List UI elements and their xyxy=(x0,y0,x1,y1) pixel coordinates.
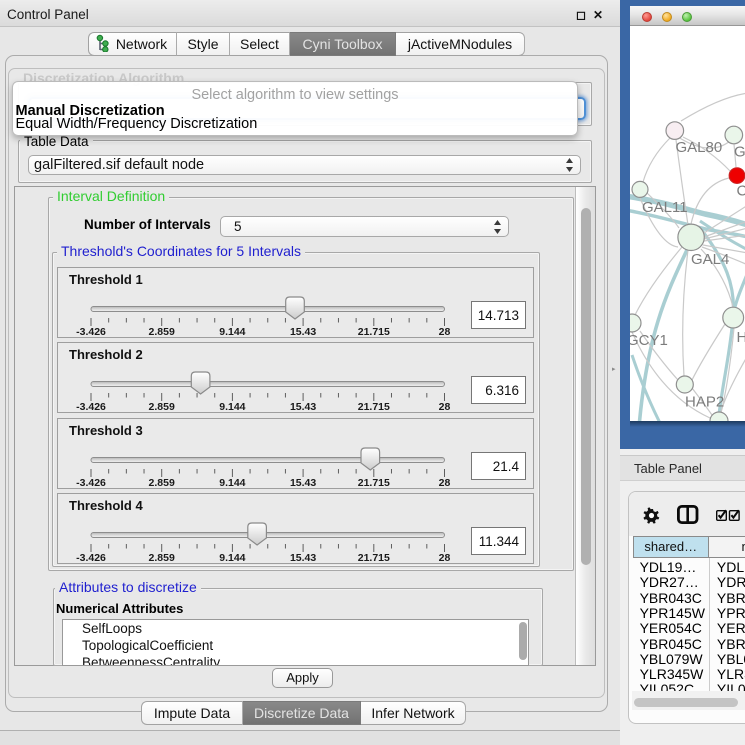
svg-text:28: 28 xyxy=(439,401,451,413)
svg-text:C: C xyxy=(737,183,745,200)
svg-text:21.715: 21.715 xyxy=(358,401,390,413)
svg-text:15.43: 15.43 xyxy=(290,401,316,413)
svg-text:-3.426: -3.426 xyxy=(76,552,106,564)
svg-text:GCY1: GCY1 xyxy=(630,332,668,349)
svg-text:28: 28 xyxy=(439,326,451,338)
svg-text:21.715: 21.715 xyxy=(358,326,390,338)
svg-text:GAL80: GAL80 xyxy=(676,139,723,156)
svg-text:HAP2: HAP2 xyxy=(685,394,724,411)
svg-text:21.715: 21.715 xyxy=(358,552,390,564)
svg-text:2.859: 2.859 xyxy=(149,326,175,338)
svg-text:28: 28 xyxy=(439,552,451,564)
svg-text:15.43: 15.43 xyxy=(290,326,316,338)
svg-text:H: H xyxy=(737,329,745,346)
svg-text:2.859: 2.859 xyxy=(149,552,175,564)
svg-text:-3.426: -3.426 xyxy=(76,477,106,489)
svg-text:9.144: 9.144 xyxy=(219,326,245,338)
svg-text:GAL11: GAL11 xyxy=(642,199,688,216)
svg-text:28: 28 xyxy=(439,477,451,489)
svg-text:GAL4: GAL4 xyxy=(691,251,729,268)
svg-text:15.43: 15.43 xyxy=(290,477,316,489)
svg-text:9.144: 9.144 xyxy=(219,552,245,564)
svg-text:2.859: 2.859 xyxy=(149,401,175,413)
svg-text:15.43: 15.43 xyxy=(290,552,316,564)
svg-text:-3.426: -3.426 xyxy=(76,326,106,338)
svg-text:-3.426: -3.426 xyxy=(76,401,106,413)
svg-text:9.144: 9.144 xyxy=(219,477,245,489)
svg-text:9.144: 9.144 xyxy=(219,401,245,413)
svg-text:2.859: 2.859 xyxy=(149,477,175,489)
svg-text:21.715: 21.715 xyxy=(358,477,390,489)
svg-text:GA: GA xyxy=(734,144,745,161)
